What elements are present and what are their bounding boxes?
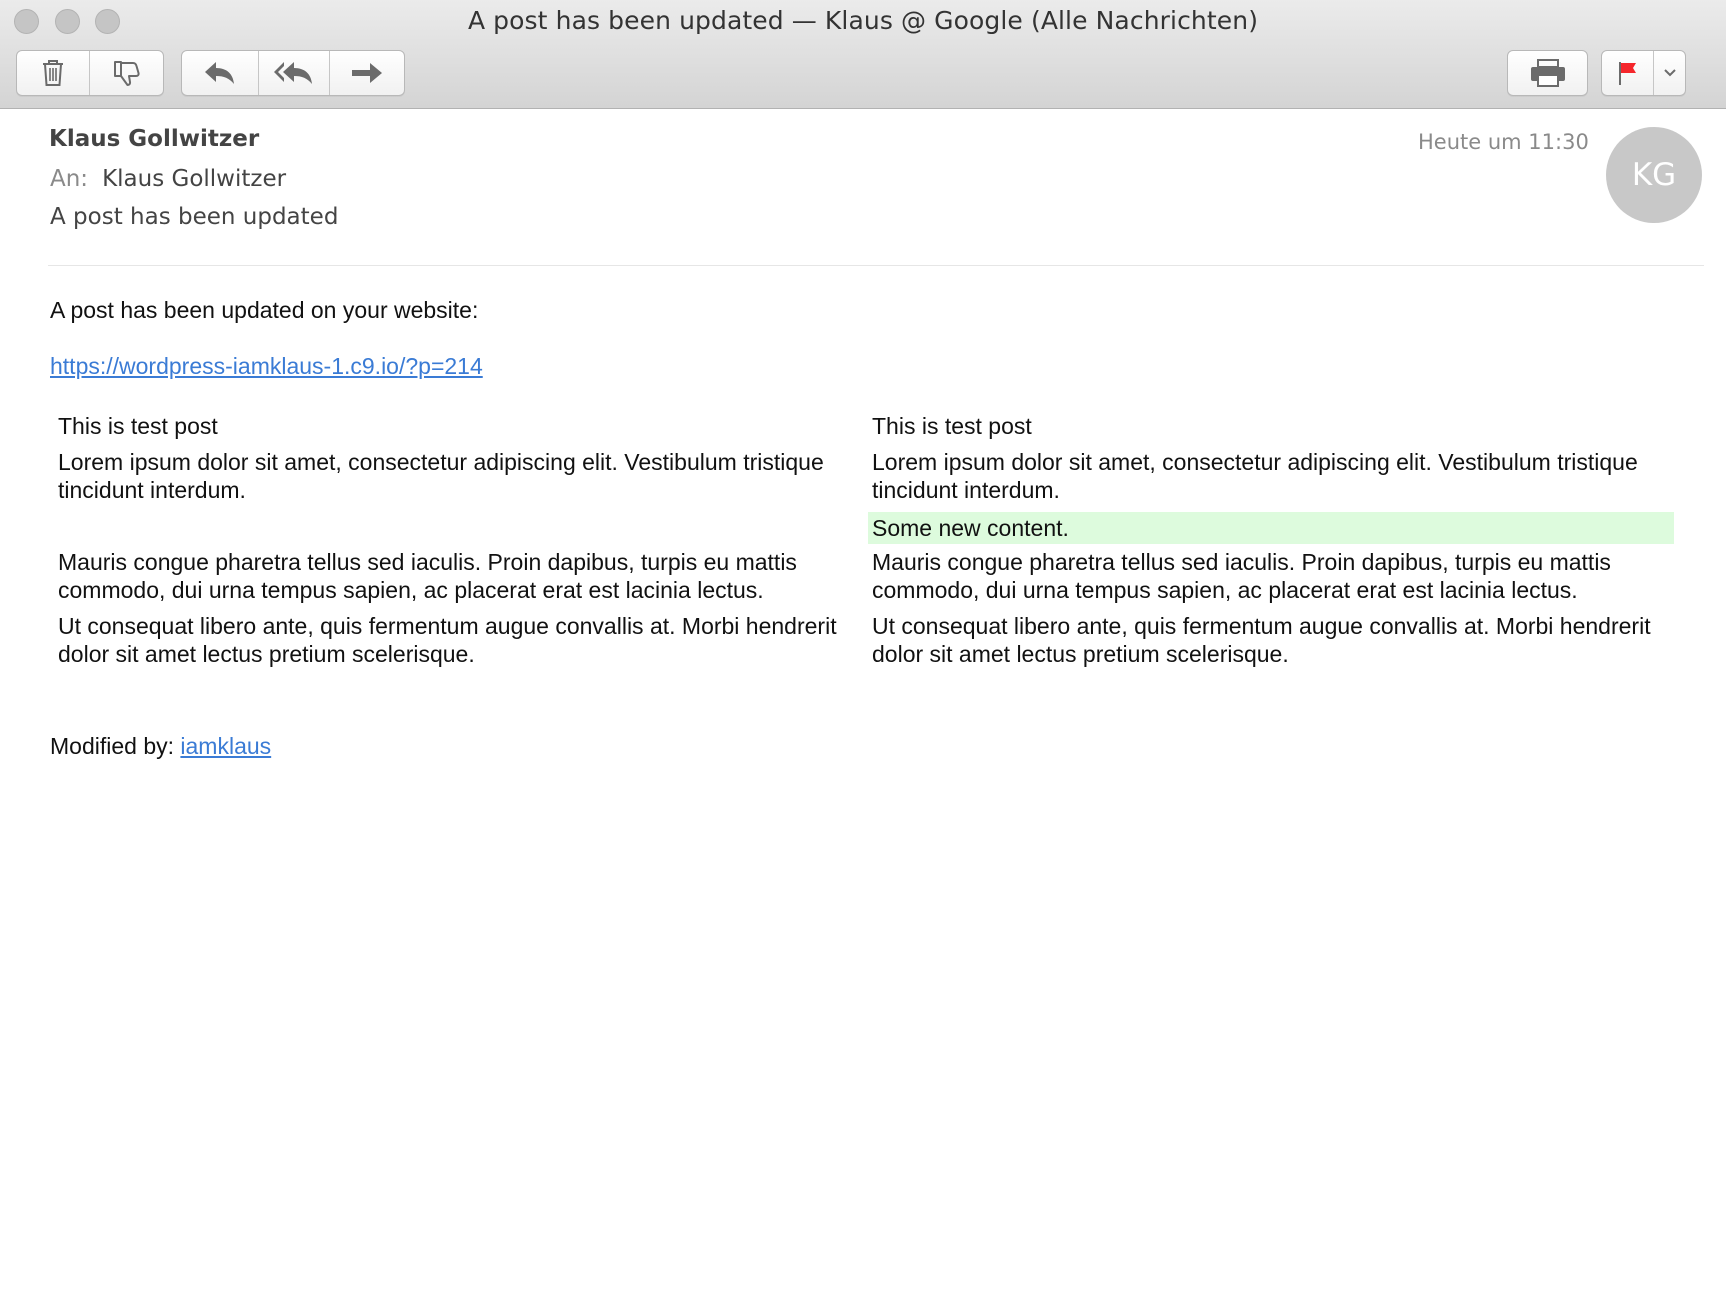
reply-button[interactable] bbox=[182, 51, 259, 95]
forward-icon bbox=[350, 60, 384, 86]
delete-junk-group bbox=[16, 50, 164, 96]
flag-icon bbox=[1617, 60, 1639, 86]
message-date: Heute um 11:30 bbox=[1418, 130, 1589, 154]
old-paragraph: Ut consequat libero ante, quis fermentum… bbox=[58, 613, 837, 667]
header-divider bbox=[48, 265, 1704, 266]
print-group bbox=[1507, 50, 1588, 96]
avatar: KG bbox=[1606, 127, 1702, 223]
reply-icon bbox=[203, 60, 237, 86]
junk-button[interactable] bbox=[90, 51, 163, 95]
new-version-column: This is test post Lorem ipsum dolor sit … bbox=[868, 412, 1674, 676]
reply-all-button[interactable] bbox=[259, 51, 330, 95]
window-title: A post has been updated — Klaus @ Google… bbox=[467, 6, 1259, 35]
chevron-down-icon bbox=[1663, 68, 1677, 78]
old-removed-gap bbox=[56, 512, 856, 540]
printer-icon bbox=[1529, 58, 1567, 88]
new-paragraph: Ut consequat libero ante, quis fermentum… bbox=[872, 613, 1651, 667]
intro-text: A post has been updated on your website: bbox=[50, 297, 479, 323]
trash-icon bbox=[40, 58, 66, 88]
old-paragraph: Mauris congue pharetra tellus sed iaculi… bbox=[58, 549, 797, 603]
new-paragraph: Mauris congue pharetra tellus sed iaculi… bbox=[872, 549, 1611, 603]
recipient-name[interactable]: Klaus Gollwitzer bbox=[102, 166, 286, 192]
new-post-title: This is test post bbox=[872, 413, 1032, 439]
flag-button[interactable] bbox=[1602, 51, 1654, 95]
flag-menu-button[interactable] bbox=[1654, 51, 1685, 95]
new-paragraph: Lorem ipsum dolor sit amet, consectetur … bbox=[872, 449, 1638, 503]
print-button[interactable] bbox=[1508, 51, 1587, 95]
old-post-title: This is test post bbox=[58, 413, 218, 439]
forward-button[interactable] bbox=[330, 51, 404, 95]
old-paragraph: Lorem ipsum dolor sit amet, consectetur … bbox=[58, 449, 824, 503]
to-label: An: bbox=[50, 166, 89, 192]
flag-group bbox=[1601, 50, 1686, 96]
modified-by-user-link[interactable]: iamklaus bbox=[180, 733, 271, 759]
added-content-highlight: Some new content. bbox=[868, 512, 1674, 544]
window-titlebar: A post has been updated — Klaus @ Google… bbox=[0, 0, 1726, 109]
flag-fill bbox=[1620, 63, 1636, 73]
reply-all-icon bbox=[273, 60, 315, 86]
post-link[interactable]: https://wordpress-iamklaus-1.c9.io/?p=21… bbox=[50, 352, 483, 380]
recipient-row: An: Klaus Gollwitzer bbox=[50, 166, 286, 192]
old-version-column: This is test post Lorem ipsum dolor sit … bbox=[56, 412, 856, 676]
reply-group bbox=[181, 50, 405, 96]
message-subject: A post has been updated bbox=[50, 204, 339, 230]
sender-name[interactable]: Klaus Gollwitzer bbox=[49, 126, 259, 152]
thumbs-down-icon bbox=[112, 58, 142, 88]
modified-by-line: Modified by: iamklaus bbox=[50, 732, 271, 760]
delete-button[interactable] bbox=[17, 51, 90, 95]
modified-by-label: Modified by: bbox=[50, 733, 175, 759]
